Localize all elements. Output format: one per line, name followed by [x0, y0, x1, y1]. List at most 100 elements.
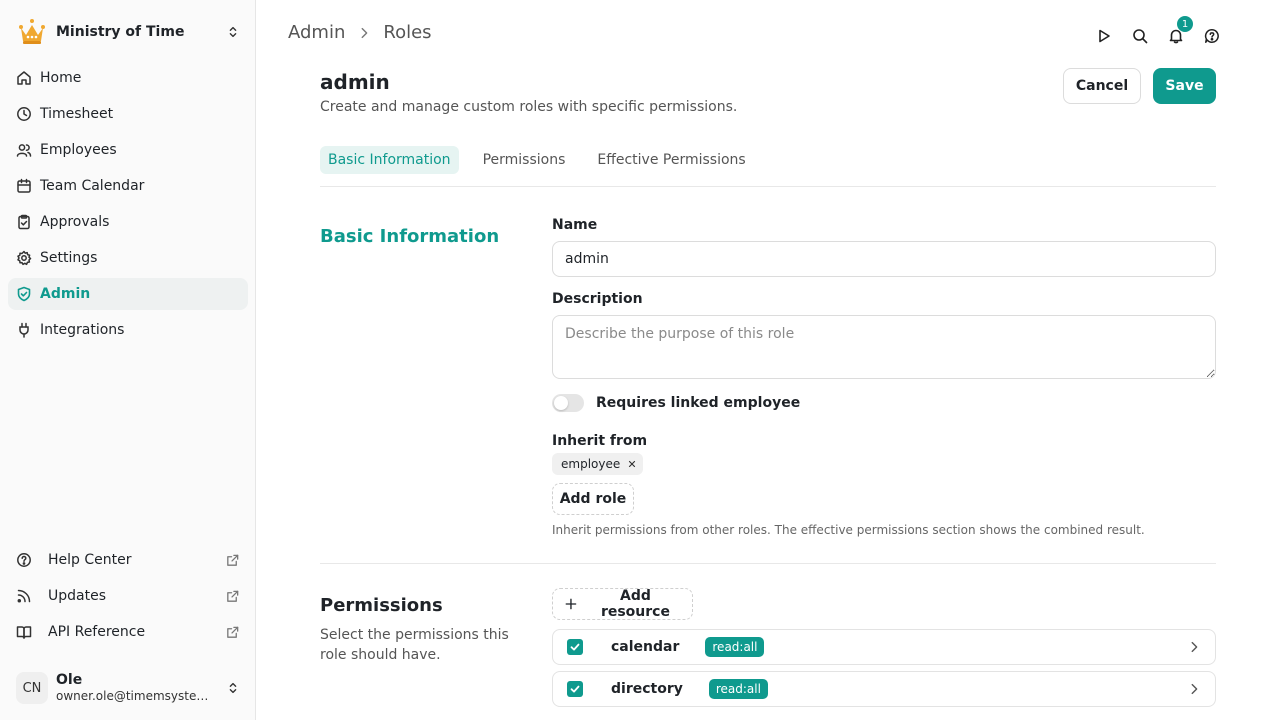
basic-info-title: Basic Information	[320, 226, 500, 247]
description-textarea[interactable]	[552, 315, 1216, 379]
updates-link[interactable]: Updates	[8, 580, 248, 612]
nav-item-integrations[interactable]: Integrations	[8, 314, 248, 346]
page-title: admin	[320, 70, 390, 94]
notifications-button[interactable]: 1	[1164, 16, 1193, 48]
users-icon	[16, 144, 32, 157]
chevrons-up-down-icon	[229, 682, 237, 694]
chevrons-up-down-icon	[229, 26, 237, 38]
tab-effective-permissions[interactable]: Effective Permissions	[589, 146, 753, 174]
book-open-icon	[16, 626, 32, 639]
nav-label: Employees	[40, 142, 117, 158]
message-help-icon	[1204, 29, 1219, 43]
gear-icon	[17, 250, 32, 266]
external-link-icon	[227, 590, 239, 602]
shield-check-icon	[17, 286, 31, 302]
calendar-icon	[17, 178, 31, 193]
nav-label: Settings	[40, 250, 98, 266]
nav-item-team-calendar[interactable]: Team Calendar	[8, 170, 248, 202]
user-info: Ole owner.ole@timemsystem....	[56, 672, 226, 704]
toggle-label: Requires linked employee	[596, 395, 801, 411]
home-icon	[17, 71, 31, 85]
nav-label: Admin	[40, 286, 91, 302]
toggle-knob	[554, 396, 568, 410]
section-divider	[320, 563, 1216, 564]
plug-icon	[19, 322, 29, 338]
tab-permissions[interactable]: Permissions	[475, 146, 574, 174]
external-link-icon	[227, 554, 239, 566]
nav-label: Integrations	[40, 322, 125, 338]
api-reference-link[interactable]: API Reference	[8, 616, 248, 648]
inherit-from-label: Inherit from	[552, 433, 648, 449]
requires-linked-employee-row: Requires linked employee	[552, 394, 800, 412]
user-name: Ole	[56, 672, 83, 688]
check-icon	[570, 643, 580, 651]
org-name: Ministry of Time	[56, 24, 185, 40]
external-link-icon	[227, 626, 239, 638]
breadcrumb: Admin Roles	[288, 22, 432, 43]
tab-basic-information[interactable]: Basic Information	[320, 146, 459, 174]
user-menu[interactable]: CN Ole owner.ole@timemsystem....	[8, 664, 248, 712]
bottom-nav-label: API Reference	[48, 624, 146, 640]
permission-badge: read:all	[708, 679, 768, 699]
add-resource-button[interactable]: Add resource	[552, 588, 693, 620]
breadcrumb-admin[interactable]: Admin	[288, 22, 345, 43]
chip-label: employee	[561, 457, 621, 471]
save-button[interactable]: Save	[1153, 68, 1216, 104]
cancel-button[interactable]: Cancel	[1063, 68, 1141, 104]
requires-linked-employee-toggle[interactable]	[552, 394, 584, 412]
nav-item-approvals[interactable]: Approvals	[8, 206, 248, 238]
tabs-divider	[320, 186, 1216, 187]
nav-item-home[interactable]: Home	[8, 62, 248, 94]
resource-checkbox[interactable]	[567, 639, 583, 655]
notification-count-badge: 1	[1177, 16, 1193, 32]
description-label: Description	[552, 291, 643, 307]
rss-icon	[17, 589, 31, 603]
crown-logo-icon	[19, 19, 45, 44]
nav-label: Approvals	[40, 214, 110, 230]
nav-label: Timesheet	[40, 106, 114, 122]
play-button[interactable]	[1092, 24, 1116, 48]
clock-icon	[17, 107, 31, 121]
tab-bar: Basic Information Permissions Effective …	[320, 146, 770, 174]
header-actions: 1	[1080, 16, 1224, 48]
resource-name: calendar	[611, 639, 680, 655]
sidebar: Ministry of Time Home Timesheet Employee…	[0, 0, 256, 720]
add-resource-label: Add resource	[600, 588, 670, 620]
nav-item-admin[interactable]: Admin	[8, 278, 248, 310]
bottom-nav-label: Help Center	[48, 552, 132, 568]
help-center-link[interactable]: Help Center	[8, 544, 248, 576]
play-icon	[1099, 29, 1110, 43]
resource-row-calendar[interactable]: calendar read:all	[552, 629, 1216, 665]
page-subtitle: Create and manage custom roles with spec…	[320, 99, 738, 115]
search-button[interactable]	[1128, 24, 1152, 48]
search-icon	[1133, 29, 1148, 44]
chevron-right-icon	[361, 27, 368, 38]
resource-name: directory	[611, 681, 683, 697]
chevron-right-icon	[1191, 641, 1198, 653]
permission-badge: read:all	[705, 637, 765, 657]
inherit-hint: Inherit permissions from other roles. Th…	[552, 523, 1145, 537]
resource-checkbox[interactable]	[567, 681, 583, 697]
add-role-button[interactable]: Add role	[552, 483, 634, 515]
main-nav: Home Timesheet Employees Team Calendar A…	[8, 62, 248, 350]
check-icon	[570, 685, 580, 693]
permissions-title: Permissions	[320, 595, 443, 616]
bottom-nav-label: Updates	[48, 588, 106, 604]
close-icon[interactable]	[627, 459, 637, 469]
nav-label: Team Calendar	[40, 178, 145, 194]
name-input[interactable]	[552, 241, 1216, 277]
user-email: owner.ole@timemsystem....	[56, 689, 216, 703]
org-switcher[interactable]: Ministry of Time	[8, 12, 248, 52]
help-chat-button[interactable]	[1200, 24, 1224, 48]
inherit-role-chip: employee	[552, 453, 644, 475]
resource-row-directory[interactable]: directory read:all	[552, 671, 1216, 707]
plus-icon	[565, 598, 577, 610]
nav-item-timesheet[interactable]: Timesheet	[8, 98, 248, 130]
nav-item-settings[interactable]: Settings	[8, 242, 248, 274]
chevron-right-icon	[1191, 683, 1198, 695]
help-circle-icon	[17, 553, 31, 567]
nav-label: Home	[40, 70, 82, 86]
nav-item-employees[interactable]: Employees	[8, 134, 248, 166]
avatar: CN	[16, 672, 48, 704]
bottom-nav: Help Center Updates API Reference	[8, 544, 248, 652]
